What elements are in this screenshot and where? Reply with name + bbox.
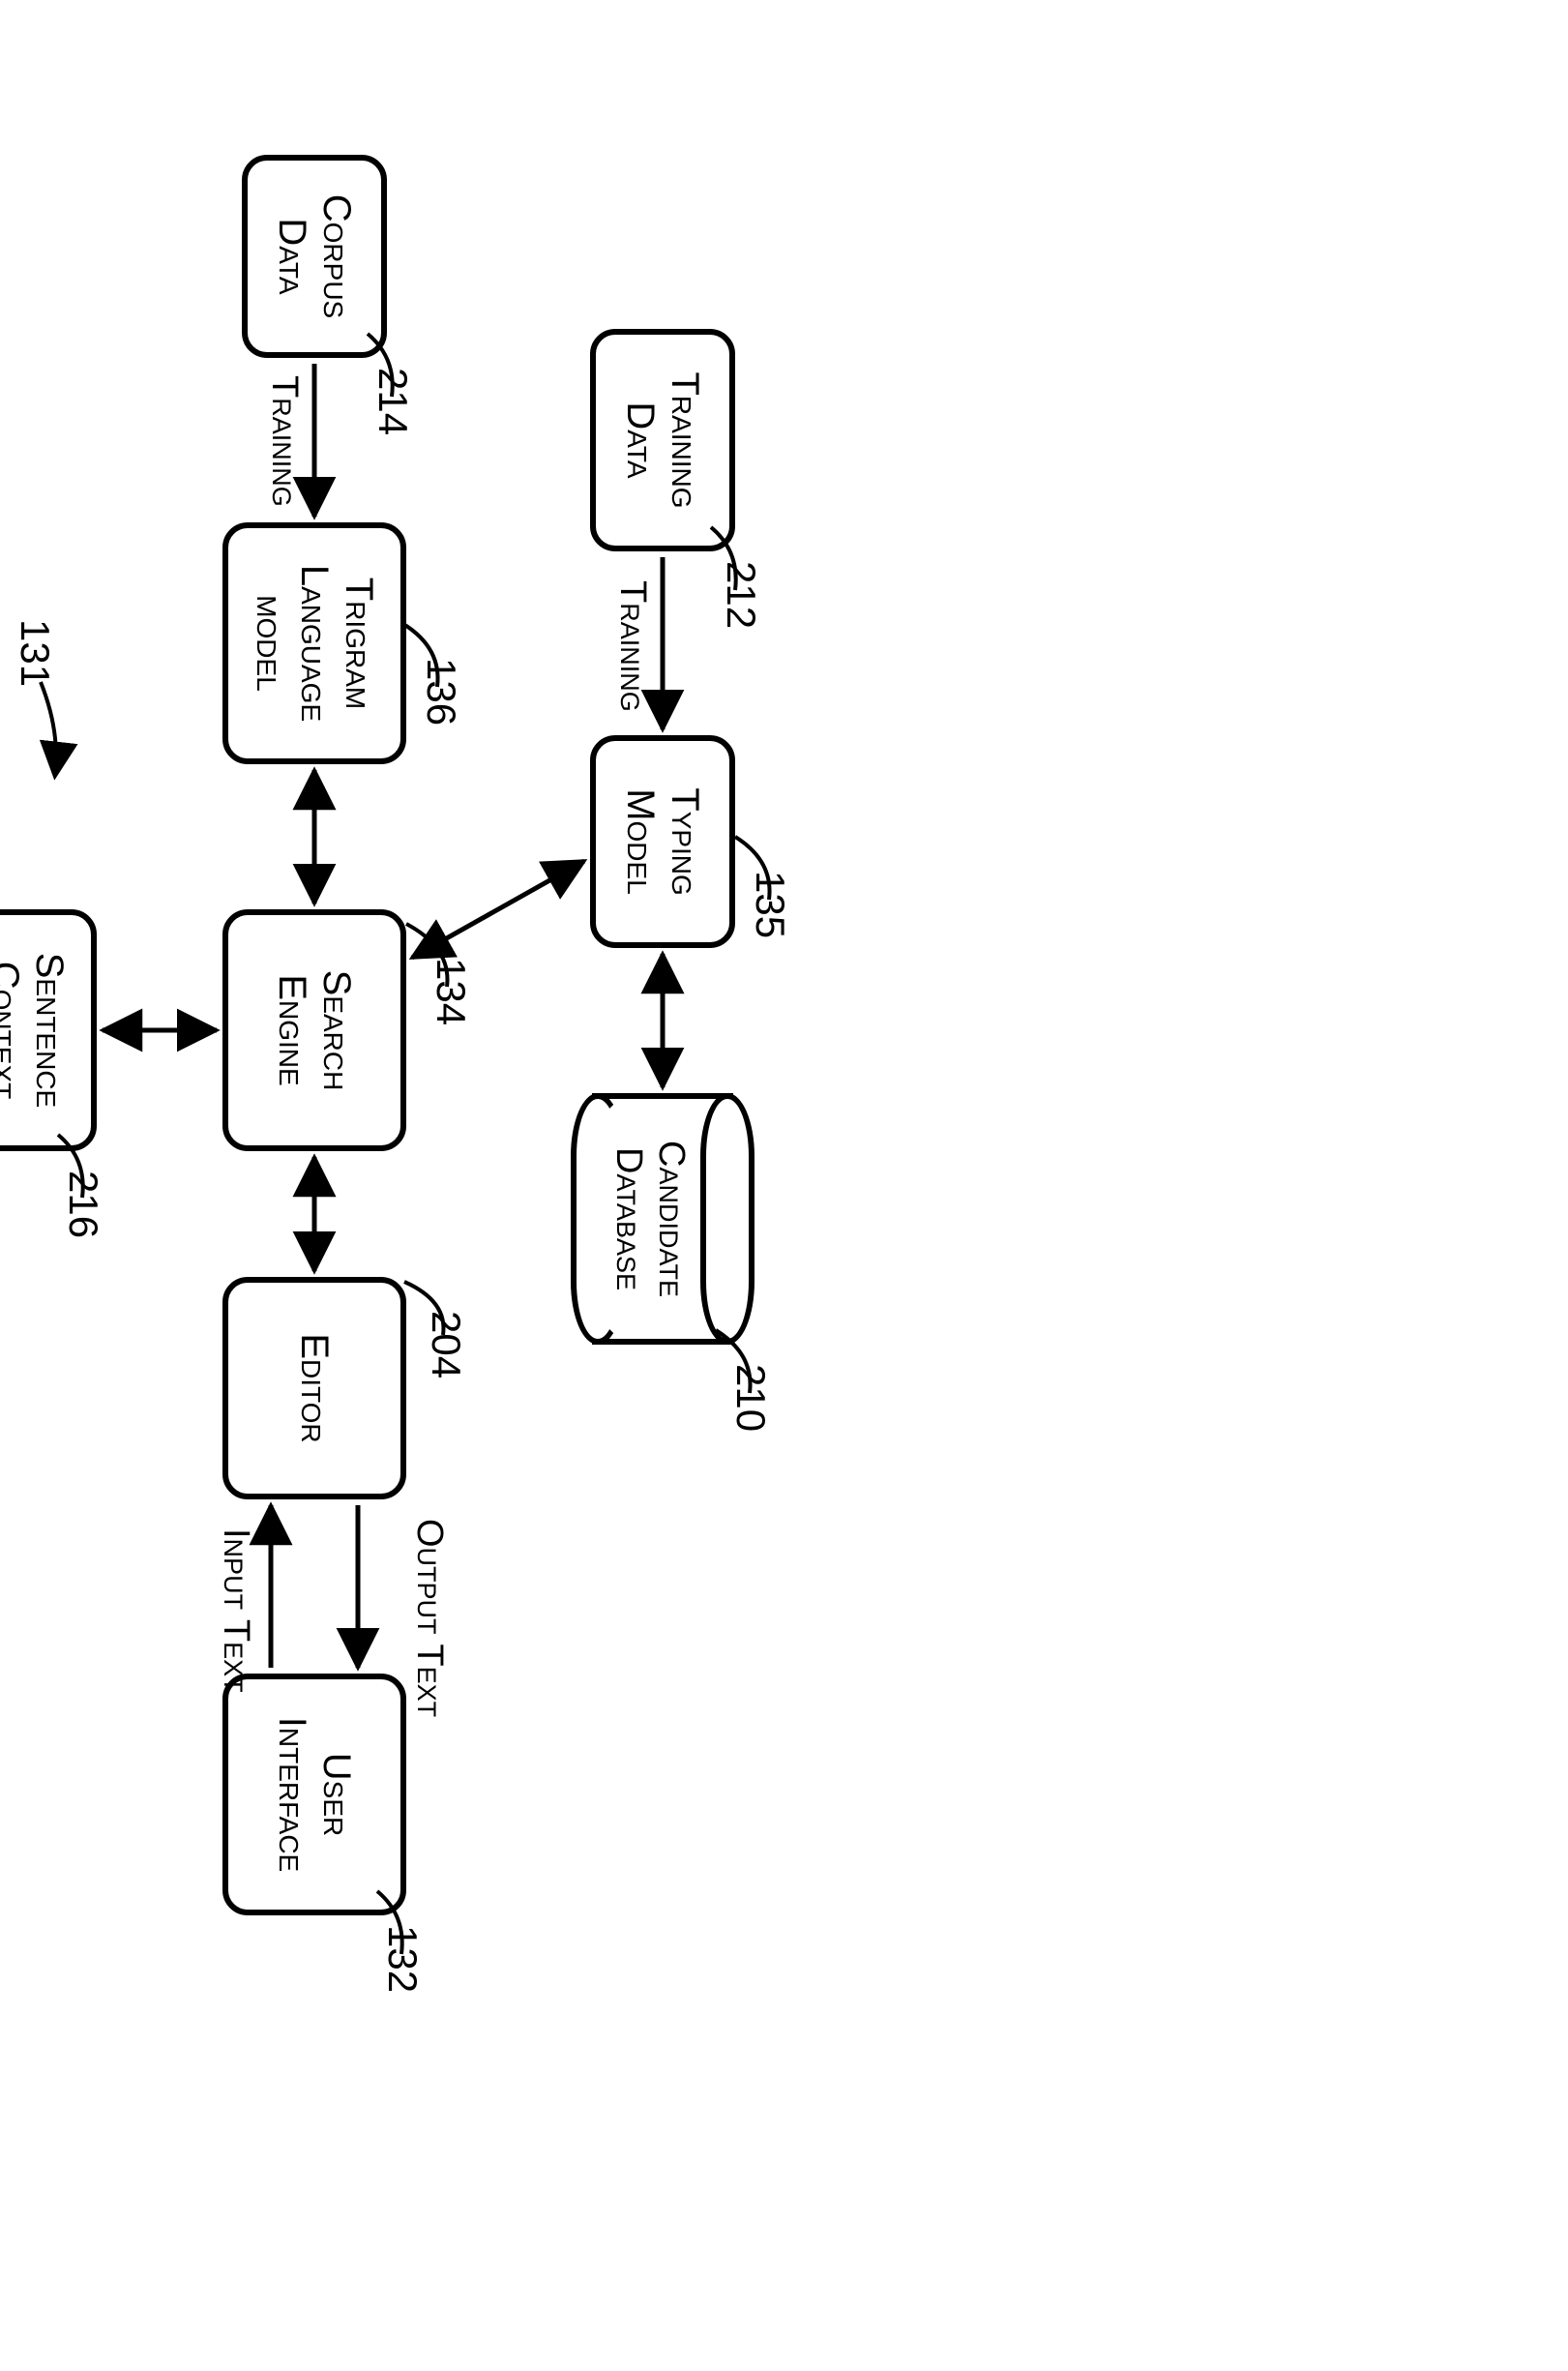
diagram: Training Data 212 Typing Model 135 Candi…: [0, 116, 793, 1954]
edgelabel-input-text: Input Text: [215, 1528, 256, 1664]
edgelabel-corpus-training: Training: [263, 375, 305, 507]
page: Training Data 212 Typing Model 135 Candi…: [0, 0, 1568, 2371]
edgelabel-training: Training: [611, 580, 653, 712]
connectors: [0, 116, 793, 1954]
edgelabel-output-text: Output Text: [408, 1519, 450, 1664]
